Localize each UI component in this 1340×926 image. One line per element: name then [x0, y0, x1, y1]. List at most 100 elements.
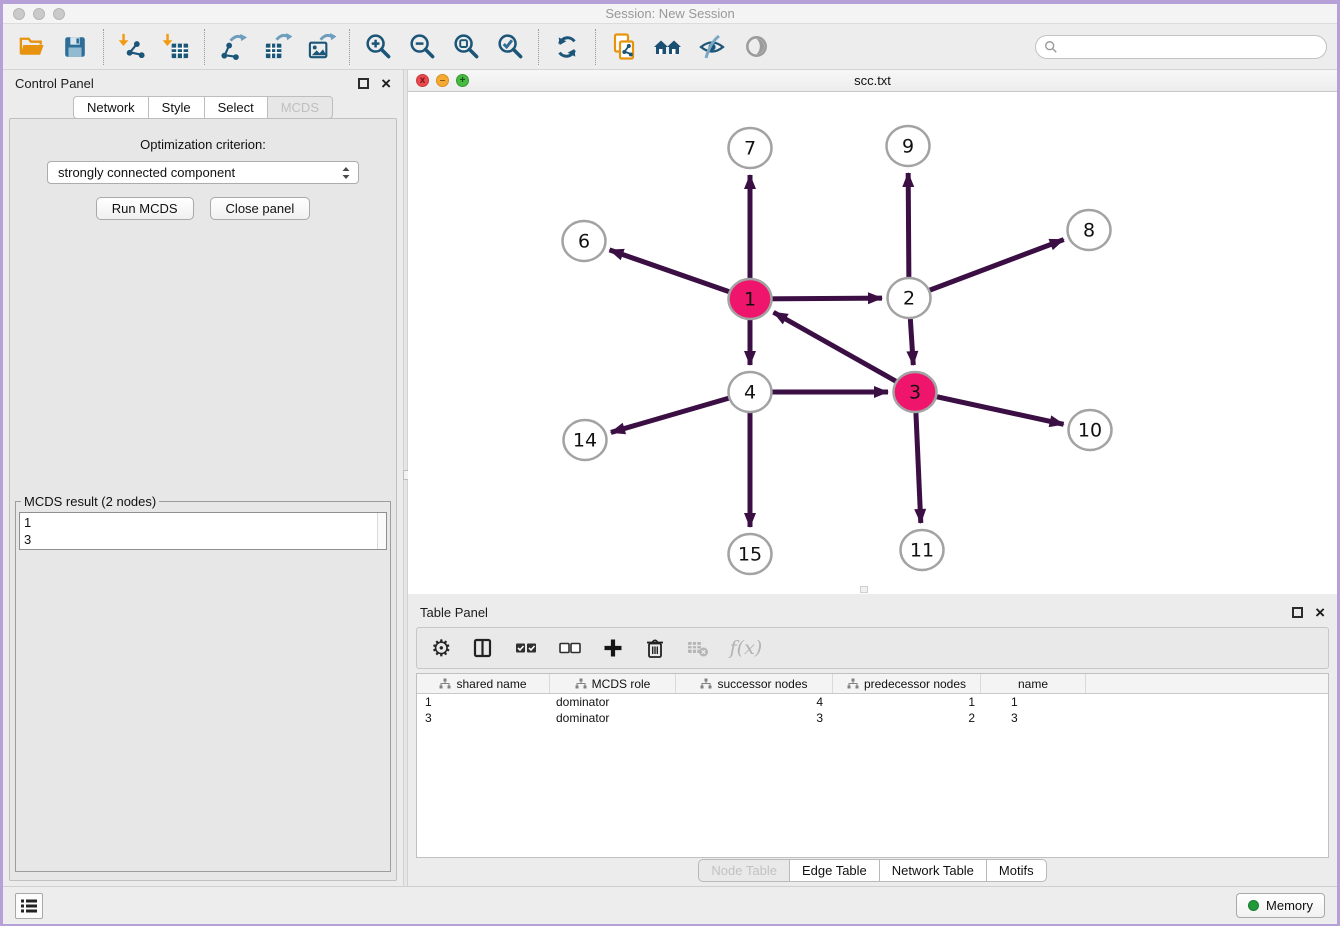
export-image-icon[interactable] [305, 31, 337, 63]
graph-node-9[interactable]: 9 [887, 126, 930, 166]
maximize-window-button[interactable] [53, 8, 65, 20]
export-table-icon[interactable] [261, 31, 293, 63]
tab-select[interactable]: Select [204, 96, 267, 119]
close-window-button[interactable] [13, 8, 25, 20]
graph-node-4[interactable]: 4 [729, 372, 772, 412]
save-session-icon[interactable] [59, 31, 91, 63]
run-mcds-button[interactable]: Run MCDS [96, 197, 194, 220]
tab-motifs[interactable]: Motifs [986, 859, 1047, 882]
network-window-titlebar: x – + scc.txt [408, 70, 1337, 92]
show-columns-icon[interactable] [472, 635, 494, 661]
create-column-icon[interactable] [602, 635, 624, 661]
graph-node-14[interactable]: 14 [564, 420, 607, 460]
graph-edge-2-8[interactable] [909, 240, 1064, 298]
table-cell: 4 [676, 694, 833, 710]
horizontal-splitter[interactable] [408, 594, 1337, 599]
criterion-dropdown[interactable]: strongly connected component [47, 161, 359, 184]
delete-table-icon-disabled[interactable] [686, 635, 710, 661]
network-minimize-button[interactable]: – [436, 74, 449, 87]
hierarchy-icon [700, 678, 712, 690]
graph-node-3[interactable]: 3 [894, 372, 937, 412]
window-controls [13, 8, 65, 20]
export-network-icon[interactable] [217, 31, 249, 63]
hierarchy-icon [439, 678, 451, 690]
table-cell: 3 [676, 710, 833, 726]
close-panel-button[interactable]: Close panel [210, 197, 311, 220]
graph-node-11[interactable]: 11 [901, 530, 944, 570]
column-header-name[interactable]: name [981, 674, 1086, 693]
select-all-columns-icon[interactable] [514, 635, 538, 661]
import-network-icon[interactable] [116, 31, 148, 63]
control-panel-tabs: NetworkStyleSelectMCDS [3, 96, 403, 119]
column-header-successor-nodes[interactable]: successor nodes [676, 674, 833, 693]
column-header-shared-name[interactable]: shared name [417, 674, 550, 693]
status-bar: Memory [3, 886, 1337, 924]
graph-edge-3-1[interactable] [774, 312, 915, 392]
table-row[interactable]: 1dominator411 [417, 694, 1328, 710]
graph-node-8[interactable]: 8 [1068, 210, 1111, 250]
close-table-panel-icon[interactable]: × [1315, 607, 1325, 618]
control-panel-header: Control Panel × [3, 70, 403, 96]
tab-network[interactable]: Network [73, 96, 148, 119]
dropdown-stepper-icon [340, 165, 352, 181]
graph-node-label: 7 [744, 138, 756, 160]
mcds-result-text[interactable]: 1 3 [20, 513, 377, 549]
tab-style[interactable]: Style [148, 96, 204, 119]
network-close-button[interactable]: x [416, 74, 429, 87]
zoom-selected-icon[interactable] [494, 31, 526, 63]
column-header-predecessor-nodes[interactable]: predecessor nodes [833, 674, 981, 693]
table-settings-gear-icon[interactable]: ⚙ [431, 635, 452, 661]
refresh-view-icon[interactable] [551, 31, 583, 63]
graph-edge-3-10[interactable] [915, 392, 1064, 424]
result-scrollbar[interactable] [377, 513, 386, 549]
hide-glasses-icon[interactable] [696, 31, 728, 63]
zoom-out-icon[interactable] [406, 31, 438, 63]
graph-node-15[interactable]: 15 [729, 534, 772, 574]
close-panel-icon[interactable]: × [381, 78, 391, 89]
search-field[interactable] [1035, 35, 1327, 59]
memory-label: Memory [1266, 898, 1313, 913]
column-header-MCDS-role[interactable]: MCDS role [550, 674, 676, 693]
graph-node-2[interactable]: 2 [888, 278, 931, 318]
network-zoom-button[interactable]: + [456, 74, 469, 87]
import-table-icon[interactable] [160, 31, 192, 63]
canvas-splitter-grip[interactable] [860, 586, 868, 593]
graph-node-label: 14 [573, 430, 597, 452]
clone-network-icon[interactable] [608, 31, 640, 63]
float-panel-icon[interactable] [358, 78, 369, 89]
tab-node-table[interactable]: Node Table [698, 859, 789, 882]
unselect-all-columns-icon[interactable] [558, 635, 582, 661]
memory-button[interactable]: Memory [1236, 893, 1325, 918]
tab-edge-table[interactable]: Edge Table [789, 859, 879, 882]
tab-network-table[interactable]: Network Table [879, 859, 986, 882]
graph-node-label: 3 [909, 382, 921, 404]
mcds-panel: Optimization criterion: strongly connect… [9, 118, 397, 881]
minimize-window-button[interactable] [33, 8, 45, 20]
tab-mcds[interactable]: MCDS [267, 96, 333, 119]
float-table-panel-icon[interactable] [1292, 607, 1303, 618]
zoom-in-icon[interactable] [362, 31, 394, 63]
network-graph[interactable]: 7 9 6 8 1 2 4 3 14 10 15 11 [408, 92, 1337, 594]
zoom-fit-icon[interactable] [450, 31, 482, 63]
open-session-icon[interactable] [15, 31, 47, 63]
graph-node-1[interactable]: 1 [729, 279, 772, 319]
network-view-window: x – + scc.txt 7 9 6 8 1 2 4 3 14 10 15 11 [408, 70, 1337, 594]
task-history-button[interactable] [15, 893, 43, 919]
bird-view-disabled-icon[interactable] [740, 31, 772, 63]
graph-node-7[interactable]: 7 [729, 128, 772, 168]
function-builder-icon-disabled[interactable]: f(x) [730, 635, 763, 661]
graph-node-label: 4 [744, 382, 756, 404]
node-table: shared nameMCDS rolesuccessor nodesprede… [416, 673, 1329, 858]
table-row[interactable]: 3dominator323 [417, 710, 1328, 726]
window-title: Session: New Session [605, 6, 734, 21]
network-canvas[interactable]: 7 9 6 8 1 2 4 3 14 10 15 11 [408, 92, 1337, 594]
graph-node-label: 1 [744, 289, 756, 311]
graph-node-10[interactable]: 10 [1069, 410, 1112, 450]
app-window: Session: New Session [0, 0, 1340, 926]
delete-column-icon[interactable] [644, 635, 666, 661]
search-icon [1044, 40, 1058, 54]
search-input[interactable] [1063, 39, 1318, 54]
home-networks-icon[interactable] [652, 31, 684, 63]
graph-node-6[interactable]: 6 [563, 221, 606, 261]
mcds-result-title: MCDS result (2 nodes) [21, 494, 159, 509]
